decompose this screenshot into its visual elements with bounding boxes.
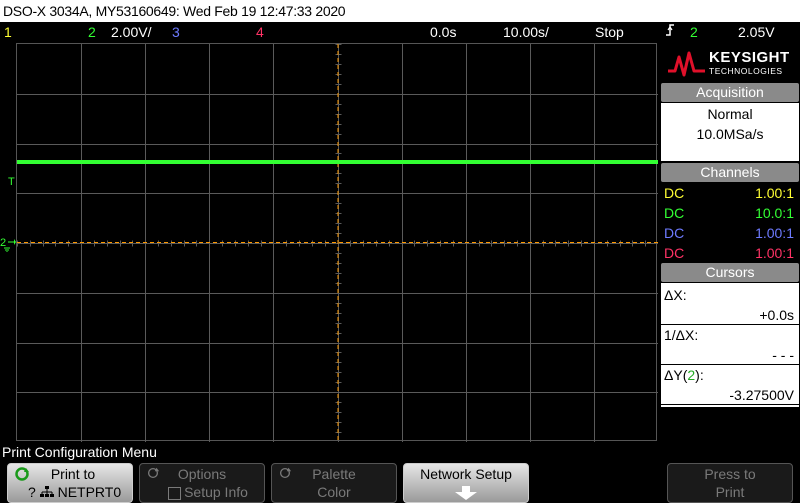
inverse-delta-x-value: - - - (661, 345, 799, 365)
acquisition-panel: Normal 10.0MSa/s (661, 103, 799, 161)
cursors-panel: ΔX: +0.0s 1/ΔX: - - - ΔY(2): -3.27500V (661, 283, 799, 407)
channels-heading[interactable]: Channels (661, 163, 799, 182)
channel-2-ground-marker[interactable]: 2 (0, 236, 16, 257)
coupling: DC (664, 225, 685, 241)
coupling: DC (664, 185, 685, 201)
network-setup-softkey[interactable]: Network Setup (403, 463, 529, 503)
network-setup-label: Network Setup (420, 466, 512, 482)
print-to-softkey[interactable]: Print to ? NETPRT0 (7, 463, 133, 503)
channel-2-indicator[interactable]: 2 (88, 22, 96, 42)
coupling: DC (664, 245, 685, 261)
acquisition-heading[interactable]: Acquisition (661, 83, 799, 102)
trigger-edge-icon (664, 22, 676, 43)
probe-ratio: 1.00:1 (755, 225, 794, 241)
press-to-label: Press to (704, 466, 756, 482)
delta-x-value: +0.0s (661, 305, 799, 325)
keysight-wave-logo (668, 51, 705, 77)
window-title: DSO-X 3034A, MY53160649: Wed Feb 19 12:4… (0, 0, 800, 22)
status-bar: 1 2 2.00V/ 3 4 0.0s 10.00s/ Stop 2 2.05V (0, 22, 800, 42)
probe-ratio: 10.0:1 (755, 205, 794, 221)
svg-text:2: 2 (0, 237, 6, 249)
trigger-level: 2.05V (738, 24, 775, 40)
delta-y-label: ΔY(2): (664, 367, 704, 383)
checkbox-icon (168, 486, 182, 500)
brand-logo: KEYSIGHT TECHNOLOGIES (661, 43, 800, 83)
network-icon (39, 484, 54, 502)
brand-name: KEYSIGHT (709, 49, 790, 66)
channel-1-row[interactable]: DC 1.00:1 (661, 183, 799, 203)
delta-y-value: -3.27500V (661, 385, 799, 405)
sample-rate: 10.0MSa/s (696, 126, 764, 142)
delta-x-label: ΔX: (664, 287, 687, 303)
waveform-display[interactable] (16, 43, 658, 442)
channel-2-row[interactable]: DC 10.0:1 (661, 203, 799, 223)
setup-info-option: Setup Info (140, 483, 264, 501)
press-to-print-softkey[interactable]: Press to Print (667, 463, 793, 503)
channel-1-indicator[interactable]: 1 (4, 22, 12, 42)
time-scale: 10.00s/ (503, 24, 549, 40)
trigger-level-marker[interactable]: T (8, 177, 15, 188)
print-to-value: ? NETPRT0 (8, 483, 132, 502)
print-to-label: Print to (50, 466, 96, 482)
time-offset: 0.0s (430, 24, 457, 40)
trigger-source: 2 (690, 24, 698, 40)
options-softkey[interactable]: Options Setup Info (139, 463, 265, 503)
probe-ratio: 1.00:1 (755, 185, 794, 201)
run-state: Stop (595, 24, 624, 40)
channel-4-row[interactable]: DC 1.00:1 (661, 243, 799, 263)
channel-3-row[interactable]: DC 1.00:1 (661, 223, 799, 243)
palette-value: Color (317, 484, 351, 500)
cursors-heading[interactable]: Cursors (661, 263, 799, 282)
channel-3-indicator[interactable]: 3 (172, 22, 180, 42)
channels-panel: DC 1.00:1 DC 10.0:1 DC 1.00:1 DC 1.00:1 (661, 183, 799, 263)
brand-subtitle: TECHNOLOGIES (709, 66, 783, 76)
print-label: Print (715, 484, 745, 500)
palette-label: Palette (312, 466, 356, 482)
submenu-arrow-icon (452, 486, 480, 503)
coupling: DC (664, 205, 685, 221)
probe-ratio: 1.00:1 (755, 245, 794, 261)
channel-4-indicator[interactable]: 4 (256, 22, 264, 42)
inverse-delta-x-label: 1/ΔX: (664, 327, 699, 343)
menu-title: Print Configuration Menu (2, 444, 157, 460)
options-label: Options (177, 466, 227, 482)
channel-2-scale: 2.00V/ (111, 24, 152, 40)
palette-softkey[interactable]: Palette Color (271, 463, 397, 503)
acquisition-mode: Normal (707, 106, 753, 122)
